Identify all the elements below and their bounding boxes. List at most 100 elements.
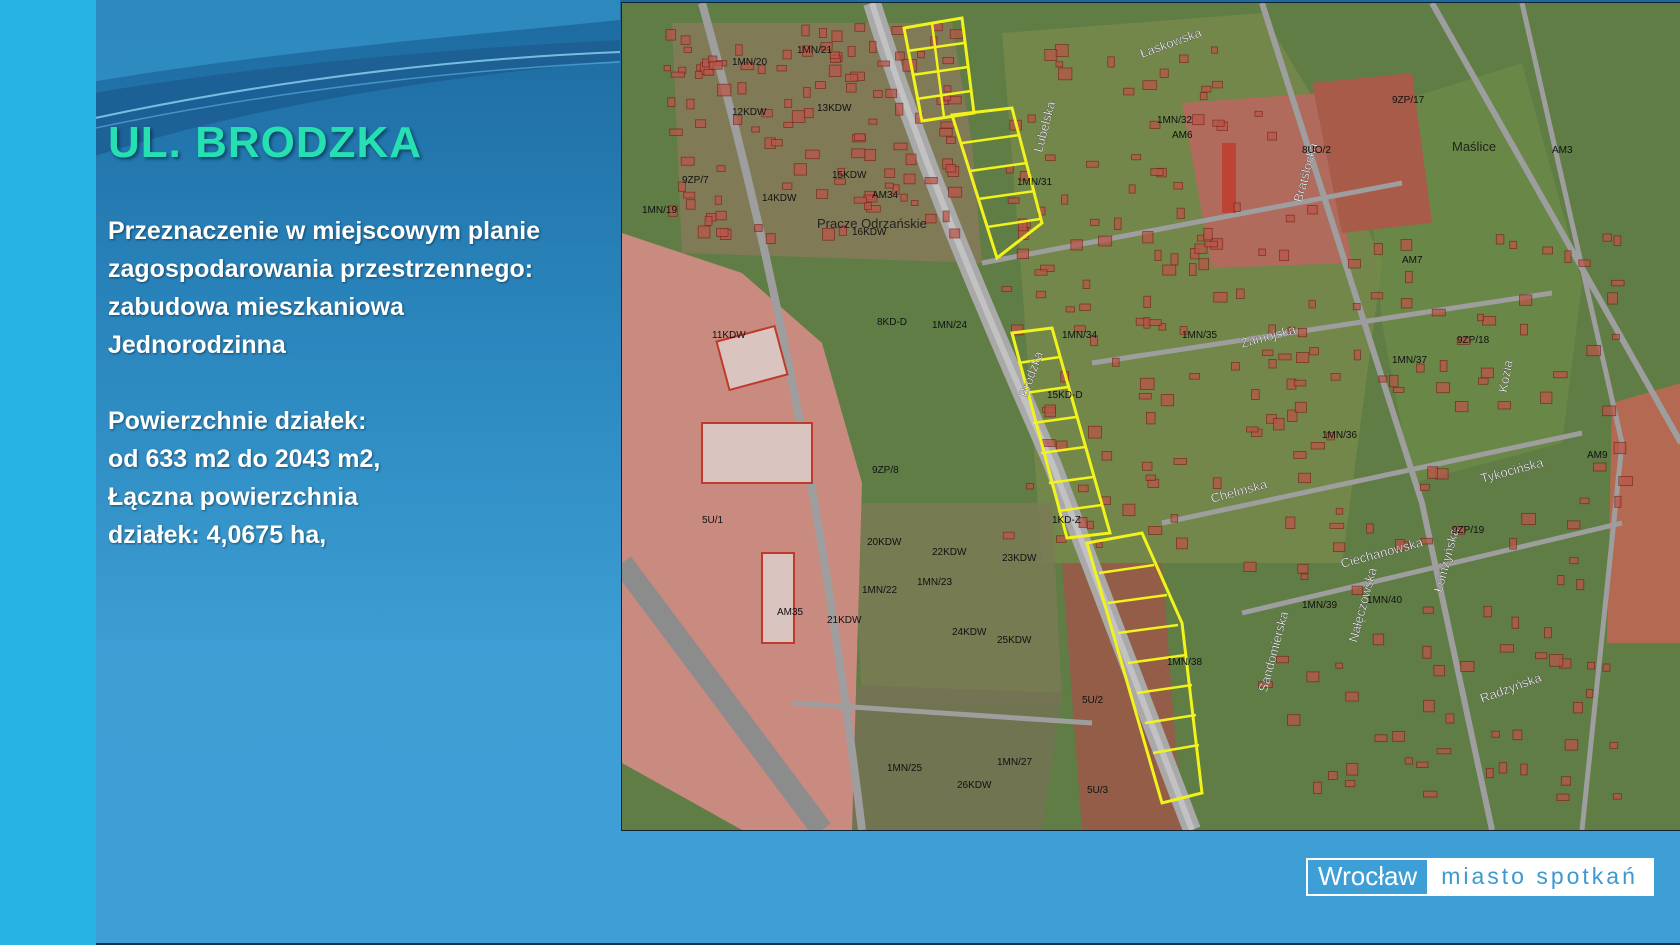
zone-label: 1MN/21: [797, 45, 832, 56]
building: [949, 228, 961, 239]
building: [1128, 184, 1136, 194]
building: [1070, 239, 1083, 251]
building: [1203, 227, 1213, 241]
zoning-map-canvas: BrodzkaChełmskaZamojskaBratślockaLubelsk…: [622, 3, 1680, 830]
building: [1173, 457, 1188, 465]
building: [1170, 514, 1179, 523]
building: [1586, 344, 1601, 357]
building: [1477, 313, 1485, 322]
building: [1542, 246, 1553, 255]
zone-label: 26KDW: [957, 780, 992, 791]
zone-label: 13KDW: [817, 103, 852, 114]
building: [1041, 439, 1056, 447]
building: [846, 83, 857, 93]
building: [1176, 207, 1185, 219]
building: [1296, 352, 1310, 364]
building: [1098, 235, 1113, 247]
building: [1287, 714, 1301, 726]
building: [1086, 160, 1099, 168]
building: [1170, 253, 1179, 266]
building: [715, 210, 727, 221]
building: [1602, 663, 1611, 672]
building: [1607, 292, 1619, 305]
zone-label: 1MN/40: [1367, 595, 1402, 606]
building: [924, 176, 938, 185]
building: [1055, 44, 1069, 57]
building: [1273, 418, 1285, 431]
desc-line: zagospodarowania przestrzennego:: [108, 255, 534, 283]
zone-label: 20KDW: [867, 537, 902, 548]
building: [683, 46, 692, 53]
building: [1160, 393, 1174, 407]
building: [1498, 762, 1508, 774]
building: [685, 199, 696, 210]
building: [683, 191, 696, 199]
building: [1142, 231, 1154, 244]
building: [1307, 205, 1318, 215]
building: [1404, 757, 1413, 765]
building: [1204, 240, 1218, 248]
building: [1511, 616, 1519, 629]
building: [1095, 541, 1103, 548]
building: [765, 233, 776, 244]
building: [754, 224, 763, 232]
building: [1148, 526, 1163, 535]
building: [793, 163, 807, 176]
building: [1439, 359, 1448, 372]
building: [1602, 233, 1612, 242]
building: [1123, 87, 1135, 96]
building: [1579, 497, 1590, 505]
building: [893, 142, 908, 151]
building: [670, 71, 685, 78]
building: [1478, 377, 1489, 385]
building: [669, 128, 683, 136]
zone-label: 1MN/39: [1302, 600, 1337, 611]
building: [783, 121, 794, 128]
building: [791, 110, 806, 123]
building: [864, 149, 877, 162]
building: [1614, 495, 1622, 508]
building: [1298, 472, 1311, 484]
building: [1088, 425, 1102, 439]
building: [1335, 662, 1343, 669]
building: [1309, 347, 1319, 356]
zone-label: 9ZP/7: [682, 175, 709, 186]
building: [868, 118, 878, 125]
building: [1279, 249, 1290, 262]
building: [1416, 761, 1429, 768]
area-line: od 633 m2 do 2043 m2,: [108, 445, 381, 473]
building: [1243, 561, 1257, 573]
zone-label: 21KDW: [827, 615, 862, 626]
building: [1540, 391, 1553, 404]
zone-label: 5U/1: [702, 515, 724, 526]
building: [1146, 411, 1156, 425]
building: [1422, 645, 1432, 659]
building: [1179, 54, 1189, 63]
building: [1329, 522, 1345, 529]
building: [1433, 665, 1446, 677]
building: [1593, 462, 1607, 472]
building: [903, 173, 916, 185]
building: [1576, 579, 1585, 591]
zone-label: 15KD-D: [1047, 390, 1083, 401]
building: [1612, 333, 1620, 340]
building: [776, 65, 787, 72]
building: [853, 133, 866, 141]
building: [695, 119, 707, 128]
area-line: Łączna powierzchnia: [108, 483, 359, 511]
building: [853, 196, 867, 204]
building: [1293, 451, 1307, 459]
building: [1196, 234, 1205, 242]
building: [714, 195, 722, 205]
building: [940, 121, 956, 129]
building: [1306, 671, 1320, 683]
building: [1262, 349, 1274, 356]
building: [1427, 466, 1438, 479]
building: [945, 164, 957, 173]
building: [1344, 780, 1356, 788]
desc-line: zabudowa mieszkaniowa: [108, 293, 404, 321]
building: [1055, 61, 1064, 68]
desc-line: Jednorodzinna: [108, 331, 286, 359]
building: [1057, 67, 1073, 81]
building: [1285, 516, 1296, 530]
